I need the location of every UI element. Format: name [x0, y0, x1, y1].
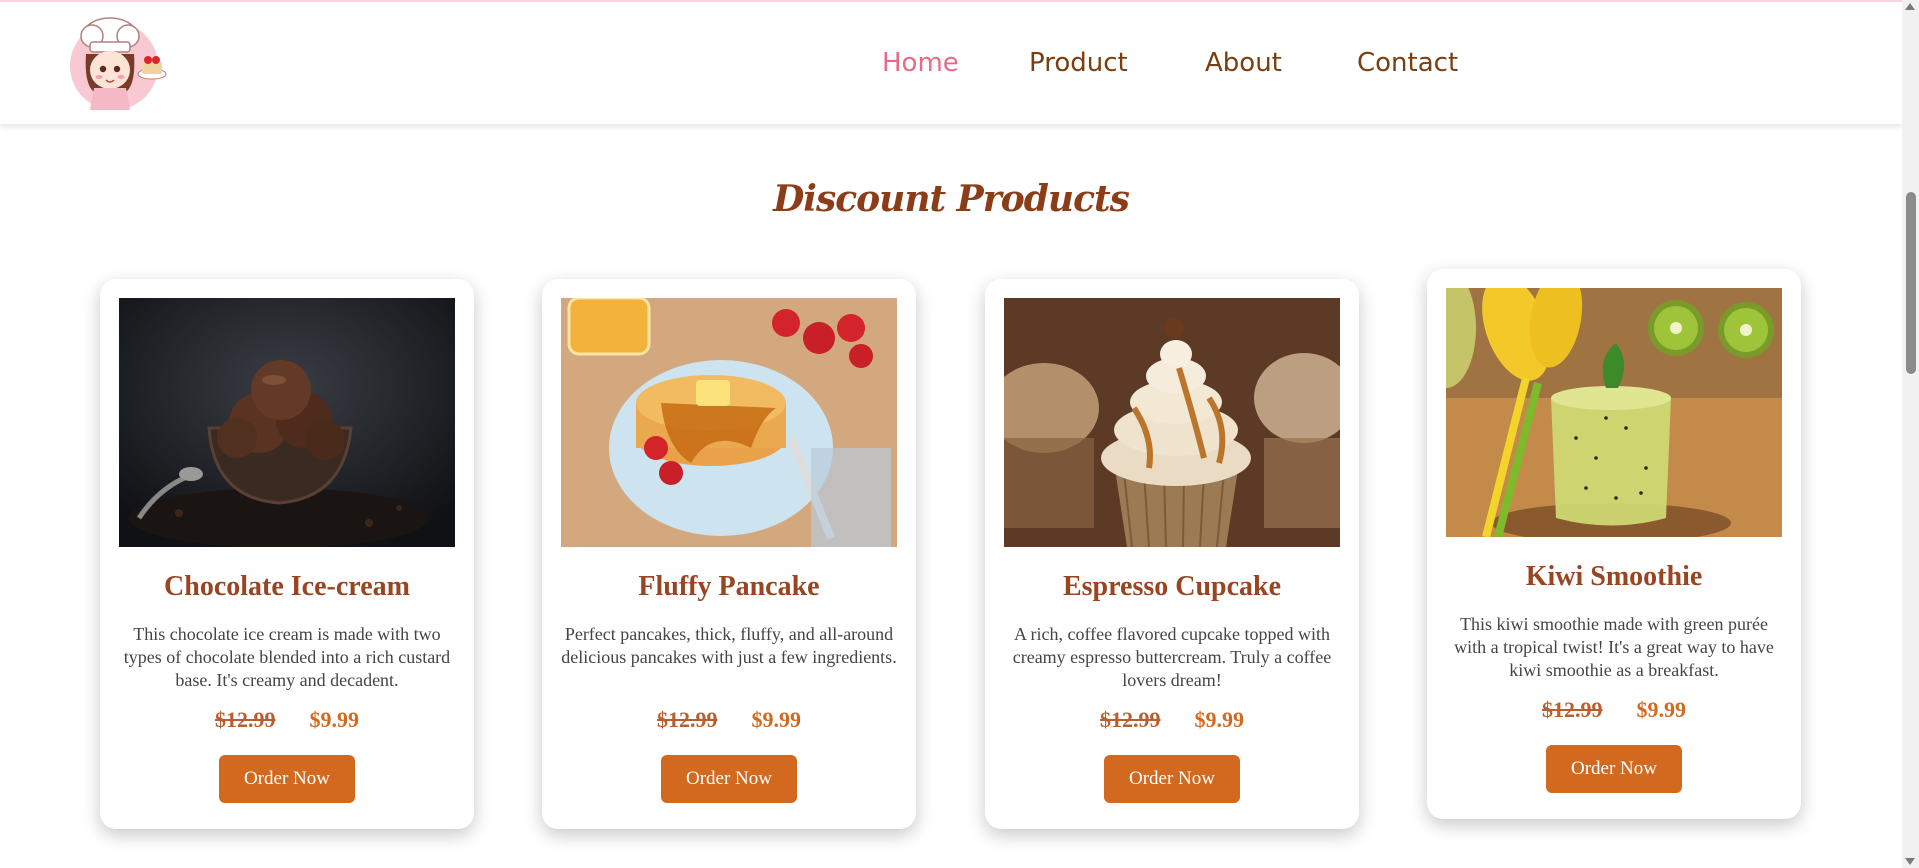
site-header: Home Product About Contact: [0, 2, 1902, 124]
old-price: $12.99: [215, 707, 276, 732]
product-description: This kiwi smoothie made with green purée…: [1454, 614, 1774, 680]
new-price: $9.99: [1636, 697, 1687, 722]
chocolate-ice-cream-image: [119, 298, 455, 547]
product-title: Fluffy Pancake: [638, 571, 820, 602]
product-title: Kiwi Smoothie: [1525, 561, 1703, 592]
nav-about-link[interactable]: About: [1205, 48, 1282, 78]
scroll-up-arrow-icon[interactable]: [1905, 3, 1915, 10]
product-card: Kiwi Smoothie This kiwi smoothie made wi…: [1427, 269, 1801, 819]
scrollbar-thumb[interactable]: [1906, 192, 1916, 374]
product-card: Fluffy Pancake Perfect pancakes, thick, …: [542, 279, 916, 829]
order-now-button[interactable]: Order Now: [219, 755, 355, 803]
price-row: $12.99 $9.99: [542, 707, 916, 733]
new-price: $9.99: [751, 707, 802, 732]
kiwi-smoothie-image: [1446, 288, 1782, 537]
cupcake-image: [1004, 298, 1340, 547]
product-description: A rich, coffee flavored cupcake topped w…: [1012, 624, 1332, 690]
new-price: $9.99: [1194, 707, 1245, 732]
product-description: Perfect pancakes, thick, fluffy, and all…: [561, 624, 897, 667]
price-row: $12.99 $9.99: [100, 707, 474, 733]
scroll-down-arrow-icon[interactable]: [1905, 858, 1915, 865]
product-card: Chocolate Ice-cream This chocolate ice c…: [100, 279, 474, 829]
old-price: $12.99: [1542, 697, 1603, 722]
product-description: This chocolate ice cream is made with tw…: [123, 624, 451, 690]
price-row: $12.99 $9.99: [985, 707, 1359, 733]
nav-product-link[interactable]: Product: [1029, 48, 1128, 78]
new-price: $9.99: [309, 707, 360, 732]
price-row: $12.99 $9.99: [1427, 697, 1801, 723]
nav-contact-link[interactable]: Contact: [1357, 48, 1458, 78]
section-title: Discount Products: [773, 178, 1130, 220]
product-title: Chocolate Ice-cream: [164, 571, 410, 602]
order-now-button[interactable]: Order Now: [1546, 745, 1682, 793]
nav-home-link[interactable]: Home: [882, 48, 959, 78]
product-card: Espresso Cupcake A rich, coffee flavored…: [985, 279, 1359, 829]
order-now-button[interactable]: Order Now: [1104, 755, 1240, 803]
old-price: $12.99: [657, 707, 718, 732]
pancake-image: [561, 298, 897, 547]
vertical-scrollbar[interactable]: [1902, 0, 1919, 868]
order-now-button[interactable]: Order Now: [661, 755, 797, 803]
product-title: Espresso Cupcake: [1062, 571, 1282, 602]
main-nav: Home Product About Contact: [0, 48, 1902, 88]
old-price: $12.99: [1100, 707, 1161, 732]
